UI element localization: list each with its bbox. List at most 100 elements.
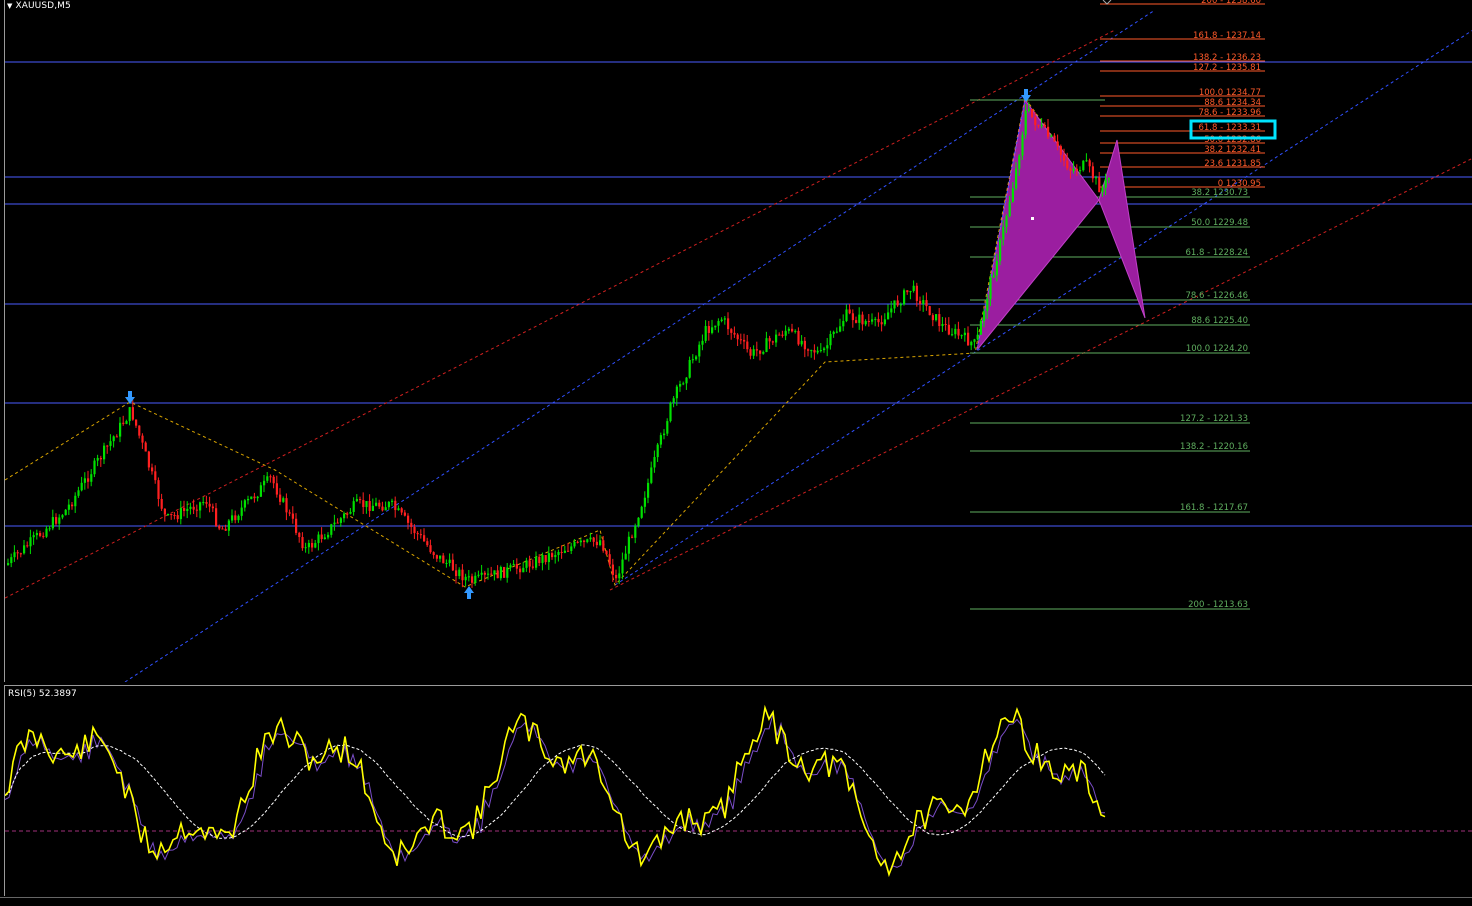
candle-body	[10, 557, 13, 564]
candle-body	[1043, 124, 1046, 127]
main-chart-pane[interactable]: 200 - 1238.60 161.8 - 1237.14 138.2 - 1236…	[4, 0, 1472, 682]
candle-body	[218, 525, 221, 529]
zigzag-lines	[5, 96, 1101, 588]
candle-body	[39, 533, 42, 536]
fib-green-level-label: 61.8 - 1228.24	[1185, 248, 1248, 258]
candle-body	[125, 421, 128, 424]
rsi-signal-line	[5, 713, 1106, 876]
candle-body	[192, 506, 195, 510]
candle-body	[688, 359, 691, 378]
candle-body	[410, 522, 413, 527]
candle-body	[109, 441, 112, 446]
candle-body	[138, 425, 141, 436]
candle-body	[394, 500, 397, 511]
candle-body	[963, 332, 966, 336]
candle-body	[816, 350, 819, 353]
candle-body	[432, 552, 435, 556]
candle-body	[1072, 168, 1075, 171]
candle-body	[499, 567, 502, 579]
candle-body	[576, 541, 579, 543]
candle-body	[451, 559, 454, 571]
candle-body	[80, 482, 83, 491]
candle-body	[861, 314, 864, 325]
candle-body	[739, 339, 742, 341]
rsi-indicator-pane[interactable]: RSI(5) 52.3897	[4, 685, 1472, 896]
candle-body	[221, 528, 224, 530]
candle-body	[1027, 108, 1030, 111]
zigzag-line	[5, 96, 1101, 588]
candle-body	[349, 511, 352, 514]
candle-body	[912, 285, 915, 291]
fib-green-level-label: 100.0 1224.20	[1186, 344, 1248, 354]
fib-red-level-label: 100.0 1234.77	[1199, 88, 1261, 98]
candle-body	[1018, 155, 1021, 169]
price-chart[interactable]: 200 - 1238.60 161.8 - 1237.14 138.2 - 1236…	[5, 0, 1472, 682]
candle-body	[458, 569, 461, 577]
candle-body	[343, 513, 346, 519]
candle-body	[224, 528, 227, 531]
candle-body	[551, 553, 554, 558]
candle-body	[170, 513, 173, 516]
candle-body	[375, 502, 378, 506]
candle-body	[320, 534, 323, 540]
candle-body	[743, 339, 746, 342]
candle-body	[1091, 166, 1094, 179]
candle-body	[1082, 160, 1085, 171]
candle-body	[503, 567, 506, 578]
candle-body	[154, 471, 157, 481]
candle-body	[99, 457, 102, 460]
dropdown-arrow-icon[interactable]: ▼	[7, 2, 12, 10]
candle-body	[720, 319, 723, 322]
candle-body	[19, 553, 22, 555]
candle-body	[605, 550, 608, 555]
candle-body	[845, 309, 848, 322]
candle-body	[999, 239, 1002, 262]
candle-body	[563, 550, 566, 553]
candle-body	[579, 540, 582, 543]
candle-body	[1005, 216, 1008, 227]
candle-body	[653, 457, 656, 468]
candle-body	[896, 300, 899, 306]
candle-body	[439, 555, 442, 559]
candle-body	[355, 499, 358, 502]
candle-body	[643, 497, 646, 507]
candle-body	[259, 485, 262, 497]
candle-body	[512, 563, 515, 566]
candle-body	[986, 298, 989, 312]
candle-body	[666, 421, 669, 434]
candle-body	[595, 541, 598, 546]
fib-red-level-label: 138.2 - 1236.23	[1193, 53, 1261, 63]
symbol-header[interactable]: ▼ XAUUSD,M5	[7, 1, 71, 11]
candle-body	[327, 534, 330, 538]
candle-body	[663, 433, 666, 436]
candle-body	[83, 478, 86, 483]
candle-body	[778, 334, 781, 336]
candle-body	[880, 322, 883, 325]
fib-green-level-label: 138.2 - 1220.16	[1180, 442, 1248, 452]
candle-body	[295, 518, 298, 533]
candle-body	[839, 326, 842, 332]
channel-red-upper	[5, 29, 1116, 599]
candle-body	[493, 570, 496, 575]
candle-body	[311, 542, 314, 548]
candle-body	[202, 502, 205, 504]
candle-body	[941, 324, 944, 327]
candle-body	[490, 573, 493, 575]
candle-body	[74, 495, 77, 507]
candle-body	[87, 478, 90, 482]
pattern-xab-triangle	[976, 98, 1100, 351]
candle-body	[531, 566, 534, 568]
candle-body	[1098, 177, 1101, 193]
candle-body	[298, 532, 301, 538]
candle-body	[829, 334, 832, 346]
candle-body	[336, 522, 339, 524]
candle-body	[71, 504, 74, 507]
fib-green-level-label: 161.8 - 1217.67	[1180, 503, 1248, 513]
candle-body	[378, 502, 381, 507]
candle-body	[893, 300, 896, 309]
candle-body	[477, 574, 480, 576]
candle-body	[461, 569, 464, 581]
candle-body	[608, 554, 611, 565]
candle-body	[768, 338, 771, 342]
candle-body	[112, 436, 115, 442]
